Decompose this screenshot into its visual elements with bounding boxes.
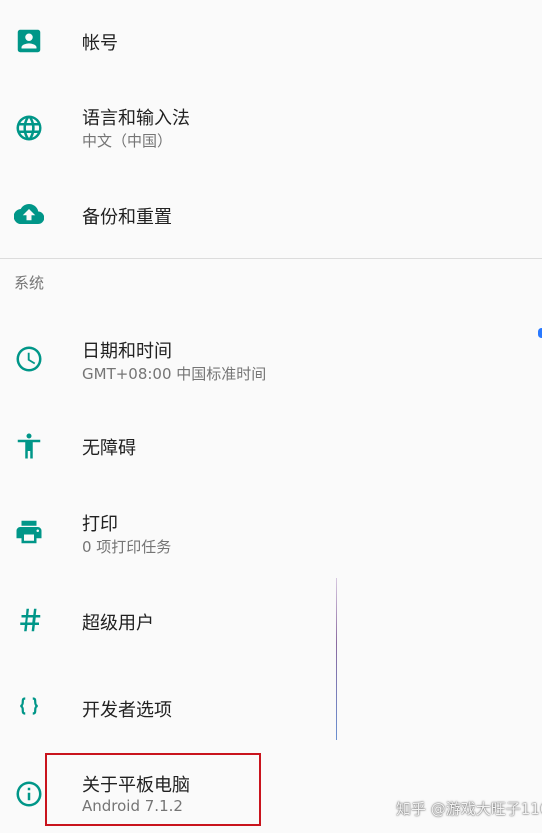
- accessibility-icon: [14, 431, 44, 461]
- hash-icon: [14, 605, 44, 635]
- account-box-icon: [14, 26, 44, 56]
- settings-item-accessibility[interactable]: 无障碍: [0, 402, 542, 488]
- globe-icon: [14, 113, 44, 143]
- settings-item-language[interactable]: 语言和输入法 中文（中国）: [0, 82, 542, 170]
- printer-icon: [14, 517, 44, 547]
- settings-item-title: 日期和时间: [82, 341, 172, 362]
- settings-item-title: 无障碍: [82, 438, 136, 459]
- watermark: 知乎 @游戏大旺子110: [396, 800, 542, 818]
- settings-item-title: 开发者选项: [82, 700, 172, 721]
- settings-item-superuser[interactable]: 超级用户: [0, 576, 542, 664]
- scroll-indicator[interactable]: [538, 328, 542, 338]
- settings-item-account[interactable]: 帐号: [0, 0, 542, 82]
- settings-item-title: 超级用户: [82, 613, 154, 634]
- info-icon: [14, 779, 44, 809]
- cloud-upload-icon: [14, 199, 44, 229]
- highlight-annotation: [45, 753, 261, 826]
- settings-item-backup[interactable]: 备份和重置: [0, 170, 542, 258]
- settings-item-title: 打印: [82, 514, 118, 535]
- clock-icon: [14, 344, 44, 374]
- settings-item-developer-options[interactable]: 开发者选项: [0, 664, 542, 750]
- settings-item-subtitle: GMT+08:00 中国标准时间: [82, 365, 267, 383]
- settings-item-title: 帐号: [82, 33, 118, 54]
- settings-item-subtitle: 中文（中国）: [82, 132, 173, 150]
- section-header-system: 系统: [14, 274, 45, 292]
- settings-item-title: 语言和输入法: [82, 108, 190, 129]
- settings-item-subtitle: 0 项打印任务: [82, 538, 172, 556]
- settings-item-date-time[interactable]: 日期和时间 GMT+08:00 中国标准时间: [0, 318, 542, 402]
- settings-item-print[interactable]: 打印 0 项打印任务: [0, 488, 542, 576]
- settings-item-title: 备份和重置: [82, 207, 172, 228]
- overlay-line: [336, 578, 337, 740]
- braces-icon: [14, 691, 44, 721]
- section-divider: [0, 258, 542, 259]
